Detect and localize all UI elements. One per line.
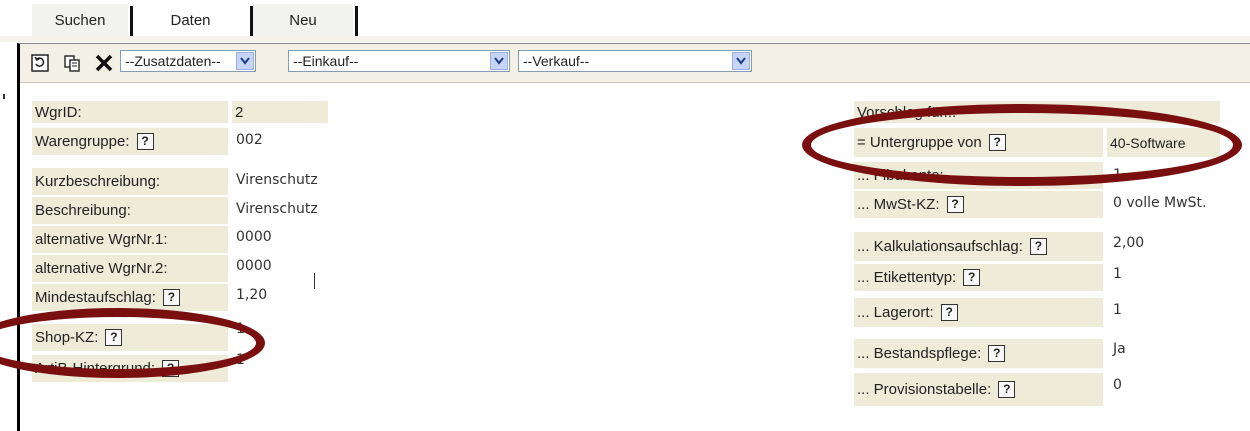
tab-daten[interactable]: Daten	[133, 4, 248, 36]
field-value-beschreibung: Virenschutz	[236, 201, 318, 217]
field-label-text: ... Provisionstabelle:	[857, 381, 992, 398]
field-label-text: alternative WgrNr.2:	[35, 260, 168, 277]
help-icon[interactable]: ?	[1029, 238, 1047, 255]
chevron-down-icon[interactable]	[236, 52, 254, 70]
tab-separator	[355, 6, 358, 36]
field-label-wgrid: WgrID:	[32, 101, 228, 123]
field-value-provisionstabelle: 0	[1113, 377, 1122, 393]
copy-icon[interactable]	[62, 53, 82, 73]
field-label-provisionstabelle: ... Provisionstabelle:?	[854, 373, 1103, 406]
help-icon[interactable]: ?	[946, 196, 964, 213]
field-label-beschreibung: Beschreibung:	[32, 197, 228, 224]
field-value-wgrid: 2	[232, 101, 328, 123]
field-label-alternative-wgrnr-2: alternative WgrNr.2:	[32, 255, 228, 282]
highlight-ellipse-untergruppe	[802, 104, 1242, 186]
edge-mark	[3, 94, 5, 99]
field-label-kurzbeschreibung: Kurzbeschreibung:	[32, 168, 228, 195]
zusatzdaten-select-value: --Zusatzdaten--	[125, 53, 221, 69]
verkauf-select-value: --Verkauf--	[523, 53, 590, 69]
field-label-lagerort: ... Lagerort:?	[854, 298, 1103, 327]
chevron-down-icon[interactable]	[490, 52, 508, 70]
toolbar: --Zusatzdaten-- --Einkauf-- --Verkauf--	[20, 44, 1250, 83]
field-label-text: ... Bestandspflege:	[857, 345, 982, 362]
field-value-etikettentyp: 1	[1113, 266, 1122, 282]
help-icon[interactable]: ?	[940, 304, 958, 321]
tab-neu[interactable]: Neu	[253, 4, 353, 36]
help-icon[interactable]: ?	[162, 289, 180, 306]
help-icon[interactable]: ?	[998, 381, 1016, 398]
help-icon[interactable]: ?	[988, 345, 1006, 362]
field-label-text: Beschreibung:	[35, 202, 131, 219]
text-cursor	[314, 273, 315, 289]
refresh-icon[interactable]	[30, 53, 50, 73]
field-value-kurzbeschreibung: Virenschutz	[236, 172, 318, 188]
field-value-kalkulationsaufschlag: 2,00	[1113, 235, 1145, 251]
field-label-text: ... MwSt-KZ:	[857, 196, 940, 213]
field-value-mwst-kz: 0 volle MwSt.	[1113, 195, 1207, 211]
field-label-text: ... Lagerort:	[857, 304, 934, 321]
einkauf-select[interactable]: --Einkauf--	[288, 50, 510, 72]
field-label-text: ... Kalkulationsaufschlag:	[857, 238, 1023, 255]
field-label-warengruppe: Warengruppe:?	[32, 128, 228, 155]
field-label-text: Warengruppe:	[35, 133, 130, 150]
field-label-text: Mindestaufschlag:	[35, 289, 156, 306]
delete-icon[interactable]	[94, 53, 114, 73]
field-label-text: WgrID:	[35, 103, 82, 121]
chevron-down-icon[interactable]	[732, 52, 750, 70]
tab-suchen[interactable]: Suchen	[32, 4, 128, 36]
field-label-text: ... Etikettentyp:	[857, 269, 957, 286]
help-icon[interactable]: ?	[963, 269, 981, 286]
field-value-bestandspflege: Ja	[1113, 341, 1126, 357]
einkauf-select-value: --Einkauf--	[293, 53, 359, 69]
field-label-bestandspflege: ... Bestandspflege:?	[854, 339, 1103, 368]
tab-bar: Suchen Daten Neu	[0, 0, 1250, 36]
field-label-mindestaufschlag: Mindestaufschlag:?	[32, 284, 228, 311]
zusatzdaten-select[interactable]: --Zusatzdaten--	[120, 50, 256, 72]
field-label-alternative-wgrnr-1: alternative WgrNr.1:	[32, 226, 228, 253]
field-label-mwst-kz: ... MwSt-KZ:?	[854, 191, 1103, 218]
help-icon[interactable]: ?	[136, 133, 154, 150]
field-label-text: Kurzbeschreibung:	[35, 173, 161, 190]
verkauf-select[interactable]: --Verkauf--	[518, 50, 752, 72]
field-value-alternative-wgrnr-2: 0000	[236, 258, 272, 274]
field-value-lagerort: 1	[1113, 302, 1122, 318]
field-value-text: 2	[235, 103, 244, 121]
content-frame: --Zusatzdaten-- --Einkauf-- --Verkauf-- …	[17, 43, 1250, 431]
tab-underline	[0, 36, 1250, 42]
field-value-warengruppe: 002	[236, 132, 263, 148]
field-label-text: alternative WgrNr.1:	[35, 231, 168, 248]
field-label-kalkulationsaufschlag: ... Kalkulationsaufschlag:?	[854, 232, 1103, 261]
field-label-etikettentyp: ... Etikettentyp:?	[854, 264, 1103, 291]
field-value-mindestaufschlag: 1,20	[236, 287, 268, 303]
field-value-alternative-wgrnr-1: 0000	[236, 229, 272, 245]
